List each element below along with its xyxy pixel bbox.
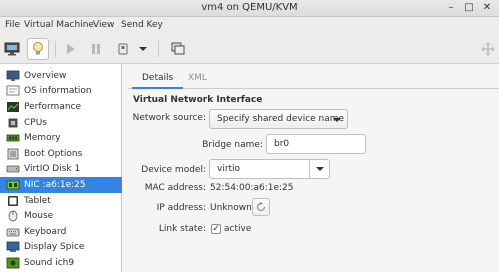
- sound-icon: [6, 257, 20, 269]
- sidebar-item-label: Overview: [24, 70, 67, 81]
- menu-virtual-machine[interactable]: Virtual Machine: [24, 20, 94, 30]
- lightbulb-icon: [33, 42, 43, 55]
- window-titlebar[interactable]: vm4 on QEMU/KVM – □ ✕: [0, 0, 499, 17]
- sidebar-item-label: VirtIO Disk 1: [24, 164, 81, 175]
- sidebar-item-label: Memory: [24, 133, 61, 144]
- boot-options-icon: [7, 148, 19, 160]
- sidebar-item-performance[interactable]: Performance: [0, 99, 122, 115]
- device-model-dropdown-button[interactable]: [309, 160, 329, 178]
- sidebar-item-memory[interactable]: Memory: [0, 130, 122, 146]
- chevron-down-icon: [333, 118, 341, 122]
- shutdown-button[interactable]: [112, 38, 134, 60]
- link-state-checkbox[interactable]: ✓: [211, 224, 221, 234]
- sidebar-item-label: NIC :a6:1e:25: [24, 179, 86, 190]
- network-source-select[interactable]: Specify shared device name: [209, 109, 348, 129]
- console-view-button[interactable]: [1, 38, 23, 60]
- window-title: vm4 on QEMU/KVM: [201, 2, 298, 13]
- close-button[interactable]: ✕: [481, 2, 493, 14]
- menu-bar: File Virtual Machine View Send Key: [0, 17, 499, 34]
- sidebar-item-keyboard[interactable]: Keyboard: [0, 224, 122, 240]
- sidebar-item-label: Boot Options: [24, 148, 83, 159]
- monitor-icon: [4, 42, 20, 56]
- toolbar: [0, 34, 499, 64]
- shutdown-menu-button[interactable]: [136, 38, 150, 60]
- section-title: Virtual Network Interface: [133, 95, 263, 105]
- hardware-sidebar: Overview OS information Performance CPUs…: [0, 64, 122, 272]
- mouse-icon: [8, 210, 18, 222]
- mac-address-value: 52:54:00:a6:1e:25: [210, 183, 294, 193]
- sidebar-item-label: Tablet: [24, 195, 51, 206]
- sidebar-item-label: Keyboard: [24, 226, 67, 237]
- ip-address-value: Unknown: [210, 203, 252, 213]
- tab-details[interactable]: Details: [132, 68, 184, 89]
- snapshots-button[interactable]: [167, 38, 189, 60]
- fullscreen-icon: [481, 42, 495, 56]
- refresh-ip-button[interactable]: [252, 198, 270, 216]
- bridge-name-label: Bridge name:: [202, 140, 263, 150]
- sidebar-item-label: OS information: [24, 86, 92, 97]
- display-icon: [6, 241, 20, 253]
- sidebar-item-label: Performance: [24, 101, 82, 112]
- sidebar-item-os-information[interactable]: OS information: [0, 84, 122, 100]
- menu-file[interactable]: File: [5, 20, 20, 30]
- tablet-icon: [8, 195, 18, 206]
- power-icon: [118, 43, 128, 55]
- sidebar-item-mouse[interactable]: Mouse: [0, 208, 122, 224]
- sidebar-item-nic[interactable]: NIC :a6:1e:25: [0, 177, 122, 193]
- chevron-down-icon: [315, 167, 324, 171]
- memory-icon: [6, 134, 20, 142]
- details-view-button[interactable]: [27, 38, 49, 60]
- sidebar-item-boot-options[interactable]: Boot Options: [0, 146, 122, 162]
- device-model-combo[interactable]: virtio: [209, 159, 330, 179]
- refresh-icon: [256, 202, 266, 212]
- chevron-down-icon: [139, 47, 147, 51]
- detail-tabs: Details XML: [128, 68, 499, 89]
- network-source-value: Specify shared device name: [217, 114, 345, 124]
- disk-icon: [6, 165, 20, 173]
- pause-icon: [92, 44, 100, 54]
- menu-view[interactable]: View: [93, 20, 114, 30]
- sidebar-item-virtio-disk-1[interactable]: VirtIO Disk 1: [0, 162, 122, 178]
- pause-button[interactable]: [85, 38, 107, 60]
- performance-icon: [7, 101, 19, 112]
- sidebar-item-sound-ich9[interactable]: Sound ich9: [0, 255, 122, 271]
- sidebar-item-overview[interactable]: Overview: [0, 68, 122, 84]
- nic-details-panel: Virtual Network Interface Network source…: [128, 89, 499, 272]
- menu-send-key[interactable]: Send Key: [121, 20, 163, 30]
- minimize-button[interactable]: –: [445, 2, 457, 14]
- nic-icon: [6, 180, 20, 190]
- snapshots-icon: [171, 42, 185, 55]
- fullscreen-button[interactable]: [477, 38, 499, 60]
- overview-icon: [6, 70, 20, 81]
- os-info-icon: [6, 85, 20, 96]
- sidebar-item-label: CPUs: [24, 117, 47, 128]
- mac-address-label: MAC address:: [144, 183, 206, 193]
- toolbar-separator: [158, 41, 159, 57]
- device-model-value: virtio: [217, 164, 241, 174]
- keyboard-icon: [6, 228, 20, 237]
- sidebar-item-label: Mouse: [24, 211, 54, 222]
- sidebar-item-label: Display Spice: [24, 242, 85, 253]
- bridge-name-input[interactable]: br0: [266, 134, 366, 154]
- device-model-label: Device model:: [141, 165, 206, 175]
- maximize-button[interactable]: □: [463, 2, 475, 14]
- toolbar-separator: [55, 41, 56, 57]
- run-button[interactable]: [59, 38, 81, 60]
- sidebar-item-label: Sound ich9: [24, 257, 75, 268]
- link-state-label: Link state:: [158, 224, 206, 234]
- ip-address-label: IP address:: [156, 203, 206, 213]
- tab-xml[interactable]: XML: [178, 68, 217, 89]
- link-state-value: active: [224, 224, 252, 234]
- sidebar-item-tablet[interactable]: Tablet: [0, 193, 122, 209]
- sidebar-item-cpus[interactable]: CPUs: [0, 115, 122, 131]
- sidebar-item-display-spice[interactable]: Display Spice: [0, 240, 122, 256]
- play-icon: [67, 44, 75, 54]
- network-source-label: Network source:: [132, 113, 206, 123]
- cpu-icon: [8, 118, 18, 127]
